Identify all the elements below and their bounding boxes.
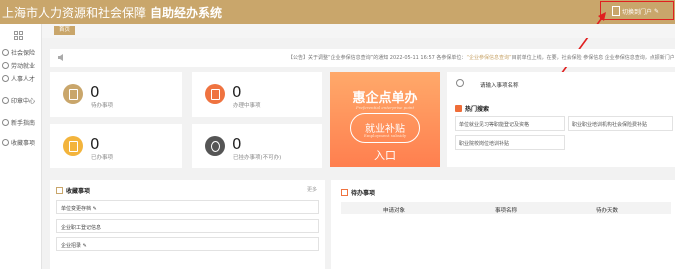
favorite-item[interactable]: 单位变更存档 ✎ — [56, 200, 319, 214]
app-title-main: 上海市人力资源和社会保障 — [2, 6, 147, 20]
todo-col-item-name: 事项名称 — [495, 208, 518, 214]
stat-label: 办理中事项 — [233, 103, 261, 109]
top-header: 上海市人力资源和社会保障 自助经办系统 切换到门户 ✎ — [0, 0, 675, 24]
stat-label: 待办事项 — [91, 103, 114, 109]
sidebar-item-employment[interactable]: 劳动就业 — [2, 61, 35, 70]
star-icon — [2, 139, 9, 146]
todo-col-days: 待办天数 — [596, 208, 619, 214]
stat-card-suspended[interactable]: 0 已挂办事项(不可办) — [192, 124, 322, 168]
stat-number: 0 — [90, 83, 100, 101]
stat-label: 已办事项 — [91, 155, 114, 161]
stat-number: 0 — [232, 135, 242, 153]
sidebar-item-personnel[interactable]: 人事人才 — [2, 74, 35, 83]
stat-card-pending[interactable]: 0 待办事项 — [50, 72, 182, 117]
favorites-title: 收藏事项 — [56, 186, 90, 195]
favorite-item[interactable]: 企业招录 ✎ — [56, 237, 319, 251]
doc-pen-icon — [205, 84, 225, 104]
tab-home[interactable]: 首页 — [54, 26, 76, 35]
search-input[interactable]: 请输入事项名称 — [454, 78, 669, 91]
banner-title: 惠企点单办 — [352, 91, 418, 106]
subsidy-banner[interactable]: 惠企点单办 Preferential enterprise point 就业补贴… — [330, 72, 440, 167]
sidebar-item-label: 收藏事项 — [11, 140, 36, 147]
people-icon — [2, 49, 9, 56]
sidebar-item-social-insurance[interactable]: 社会保险 — [2, 48, 35, 57]
doc-icon — [63, 84, 83, 104]
hot-search-item[interactable]: 职业职业培训机构社会保险费补贴 — [568, 116, 673, 131]
search-placeholder: 请输入事项名称 — [480, 83, 519, 89]
tab-bar: 首页 — [42, 24, 675, 38]
banner-title-en: Preferential enterprise point — [355, 105, 415, 110]
app-title: 上海市人力资源和社会保障 自助经办系统 — [2, 4, 222, 21]
clock-icon — [341, 189, 348, 196]
app-title-sub: 自助经办系统 — [150, 6, 223, 20]
sidebar-item-label: 劳动就业 — [11, 63, 36, 70]
banner-subtitle-en: Employment subsidy — [363, 133, 407, 138]
hot-search-title: 热门搜索 — [455, 104, 489, 113]
sidebar-item-label: 社会保险 — [11, 50, 36, 57]
more-link[interactable]: 更多 — [307, 186, 317, 193]
doc-check-icon — [63, 136, 83, 156]
sidebar-item-label: 新手指南 — [11, 120, 36, 127]
stat-number: 0 — [90, 135, 100, 153]
hot-search-item[interactable]: 职业院校岗位培训补贴 — [455, 135, 565, 150]
highlight-box — [600, 1, 674, 20]
person-icon — [2, 75, 9, 82]
search-panel: 请输入事项名称 热门搜索 单位就业见习等职能登记及资格 职业职业培训机构社会保险… — [447, 72, 675, 167]
stat-label: 已挂办事项(不可办) — [233, 155, 282, 161]
guide-icon — [2, 119, 9, 126]
favorite-item[interactable]: 企业职工登记信息 — [56, 219, 319, 233]
sidebar-item-label: 人事人才 — [11, 76, 36, 83]
favorites-panel: 收藏事项 更多 单位变更存档 ✎ 企业职工登记信息 企业招录 ✎ — [50, 180, 325, 269]
todo-title: 待办事项 — [341, 188, 375, 197]
bookmark-icon — [56, 187, 63, 194]
stat-card-in-progress[interactable]: 0 办理中事项 — [192, 72, 322, 117]
todo-panel: 待办事项 — [331, 180, 675, 269]
sidebar-item-seal-center[interactable]: 印章中心 — [2, 96, 35, 105]
banner-entry: 入口 — [374, 149, 396, 162]
fire-icon — [455, 105, 462, 112]
stat-card-done[interactable]: 0 已办事项 — [50, 124, 182, 168]
phone-icon — [205, 136, 225, 156]
grid-menu-icon[interactable] — [14, 31, 23, 40]
notice-text[interactable]: 【公告】关于调整“企业参保信息查询”的通知 2022-05-11 16:57 各… — [288, 54, 675, 61]
sidebar-item-favorites[interactable]: 收藏事项 — [2, 138, 35, 147]
speaker-icon — [58, 54, 63, 61]
stat-number: 0 — [232, 83, 242, 101]
todo-col-applicant: 申请对象 — [383, 208, 406, 214]
briefcase-icon — [2, 62, 9, 69]
sidebar-item-guide[interactable]: 新手指南 — [2, 118, 35, 127]
stamp-icon — [2, 97, 9, 104]
hot-search-item[interactable]: 单位就业见习等职能登记及资格 — [455, 116, 565, 131]
sidebar-item-label: 印章中心 — [11, 98, 36, 105]
notice-bar: 【公告】关于调整“企业参保信息查询”的通知 2022-05-11 16:57 各… — [50, 49, 675, 67]
search-icon — [456, 79, 464, 87]
